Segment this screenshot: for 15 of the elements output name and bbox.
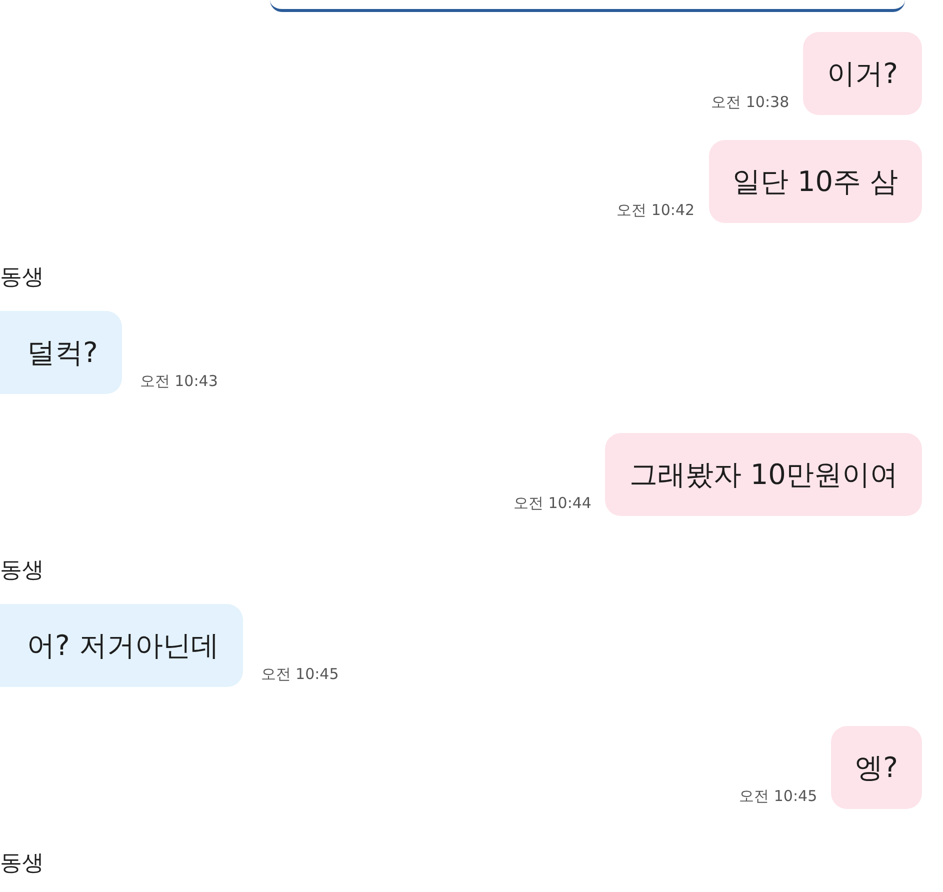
- message-time: 오전 10:43: [140, 371, 218, 391]
- message-time: 오전 10:42: [616, 200, 695, 220]
- message-bubble: 덜컥?: [0, 311, 122, 394]
- message-bubble: 일단 10주 삼: [708, 140, 922, 223]
- message-time: 오전 10:45: [260, 664, 339, 684]
- message-bubble: 그래봤자 10만원이여: [605, 433, 922, 516]
- message-time: 오전 10:45: [739, 786, 818, 806]
- sender-name: 동생: [0, 850, 44, 878]
- message-bubble: 엥?: [831, 726, 922, 809]
- message-time: 오전 10:38: [711, 92, 790, 112]
- message-bubble: 이거?: [803, 32, 922, 115]
- sender-name: 동생: [0, 264, 44, 292]
- message-time: 오전 10:44: [513, 493, 592, 513]
- message-bubble: 어? 저거아닌데: [0, 604, 243, 687]
- sender-name: 동생: [0, 557, 44, 585]
